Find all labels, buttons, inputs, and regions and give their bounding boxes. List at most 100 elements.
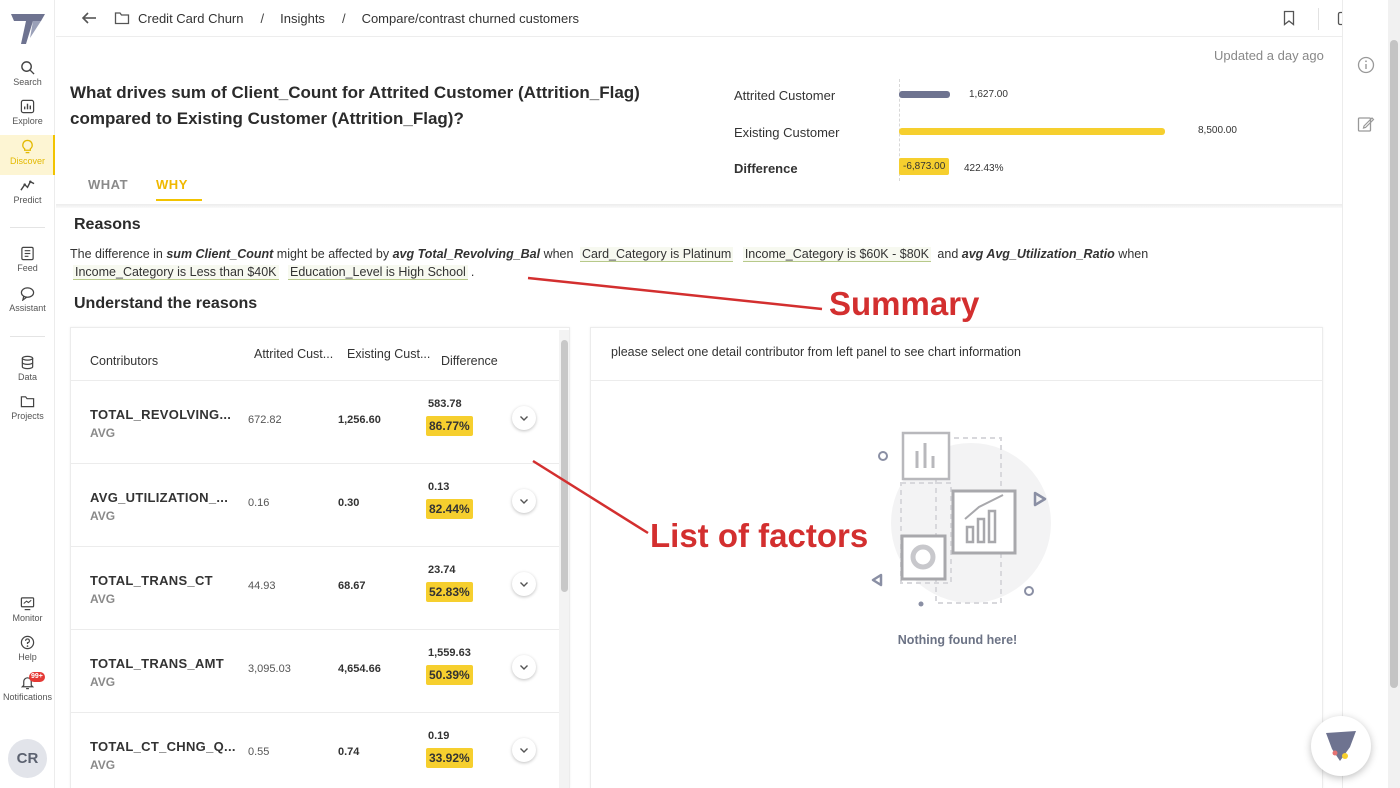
nav-explore[interactable]: Explore	[0, 99, 55, 137]
summary-text: and	[933, 247, 962, 261]
contributor-aggregation: AVG	[90, 675, 116, 689]
chevron-down-icon	[520, 582, 528, 587]
contributors-panel: Contributors Attrited Cust... Existing C…	[70, 327, 570, 788]
info-icon[interactable]	[1357, 56, 1375, 74]
nav-predict[interactable]: Predict	[0, 178, 55, 216]
breadcrumb-current: Compare/contrast churned customers	[361, 10, 580, 26]
column-header-difference[interactable]: Difference	[441, 354, 498, 368]
reasons-title: Reasons	[74, 216, 141, 233]
difference-value: 0.19	[428, 730, 450, 742]
contributor-name: TOTAL_CT_CHNG_Q...	[90, 739, 236, 754]
nav-feed[interactable]: Feed	[0, 246, 55, 284]
condition-chip[interactable]: Card_Category is Platinum	[579, 247, 734, 262]
tab-why[interactable]: WHY	[156, 177, 203, 201]
contributor-row[interactable]: TOTAL_CT_CHNG_Q... AVG 0.55 0.74 0.19 33…	[71, 712, 561, 788]
top-bar: Credit Card Churn / Insights / Compare/c…	[56, 0, 1353, 37]
assistant-fab[interactable]	[1311, 716, 1371, 776]
chat-icon	[20, 287, 35, 301]
contributor-name: TOTAL_TRANS_CT	[90, 573, 213, 588]
column-header-existing[interactable]: Existing Cust...	[347, 347, 430, 361]
folder-icon	[20, 396, 35, 408]
expand-row-button[interactable]	[512, 489, 536, 513]
insight-tabs: WHAT WHY	[88, 177, 230, 201]
attrited-value: 0.16	[248, 497, 270, 509]
difference-value: 583.78	[428, 398, 462, 410]
attrited-value: 0.55	[248, 746, 270, 758]
summary-annotation-line	[527, 276, 823, 311]
nav-notifications[interactable]: 99+ Notifications	[0, 672, 55, 713]
summary-text: might be affected by	[273, 247, 393, 261]
reasons-summary: The difference in sum Client_Count might…	[70, 245, 1170, 281]
breadcrumb-project[interactable]: Credit Card Churn	[138, 11, 244, 26]
summary-text: when	[1114, 247, 1149, 261]
notification-badge: 99+	[29, 672, 45, 682]
chevron-down-icon	[520, 748, 528, 753]
user-avatar[interactable]: CR	[8, 739, 47, 778]
contributor-row[interactable]: AVG_UTILIZATION_... AVG 0.16 0.30 0.13 8…	[71, 463, 561, 546]
contributor-aggregation: AVG	[90, 426, 116, 440]
expand-row-button[interactable]	[512, 572, 536, 596]
nav-notifications-label: Notifications	[2, 692, 53, 702]
nav-search-label: Search	[13, 77, 42, 87]
difference-percent-badge: 50.39%	[426, 665, 473, 685]
difference-percent-badge: 33.92%	[426, 748, 473, 768]
empty-state-illustration-icon	[871, 431, 1051, 607]
condition-chip[interactable]: Income_Category is Less than $40K	[73, 265, 279, 280]
nav-data[interactable]: Data	[0, 355, 55, 393]
tab-what[interactable]: WHAT	[88, 177, 128, 201]
back-arrow-icon[interactable]	[80, 9, 98, 27]
contributors-scrollbar-thumb[interactable]	[561, 340, 568, 592]
chevron-down-icon	[520, 665, 528, 670]
contributor-aggregation: AVG	[90, 758, 116, 772]
comparison-value-existing: 8,500.00	[1198, 125, 1237, 136]
trend-icon	[20, 180, 35, 191]
difference-percent: 422.43%	[964, 163, 1004, 174]
existing-value: 0.74	[338, 746, 360, 758]
expand-row-button[interactable]	[512, 406, 536, 430]
breadcrumb-insights[interactable]: Insights	[280, 11, 325, 26]
edit-icon[interactable]	[1357, 115, 1375, 133]
difference-value: 0.13	[428, 481, 450, 493]
understand-reasons-title: Understand the reasons	[74, 295, 258, 312]
difference-value: 23.74	[428, 564, 456, 576]
column-header-attrited[interactable]: Attrited Cust...	[254, 347, 333, 361]
contributor-aggregation: AVG	[90, 509, 116, 523]
summary-text: when	[540, 247, 577, 261]
condition-chip[interactable]: Education_Level is High School	[288, 265, 468, 280]
page-scrollbar-thumb[interactable]	[1390, 40, 1398, 688]
summary-metric: sum Client_Count	[166, 247, 274, 261]
summary-factor: avg Total_Revolving_Bal	[392, 247, 541, 261]
chart-panel: please select one detail contributor fro…	[590, 327, 1323, 788]
attrited-value: 672.82	[248, 414, 282, 426]
nav-data-label: Data	[17, 372, 37, 382]
nav-monitor[interactable]: Monitor	[0, 596, 55, 634]
contributor-name: TOTAL_TRANS_AMT	[90, 656, 225, 671]
contributor-row[interactable]: TOTAL_TRANS_AMT AVG 3,095.03 4,654.66 1,…	[71, 629, 561, 712]
condition-chip[interactable]: Income_Category is $60K - $80K	[742, 247, 931, 262]
chart-icon	[20, 99, 35, 114]
topbar-divider	[1318, 8, 1319, 30]
expand-row-button[interactable]	[512, 738, 536, 762]
nav-projects[interactable]: Projects	[0, 394, 55, 432]
nav-discover[interactable]: Discover	[0, 135, 55, 175]
nav-assistant-label: Assistant	[9, 303, 46, 313]
contributor-name: AVG_UTILIZATION_...	[90, 490, 229, 505]
contributor-row[interactable]: TOTAL_TRANS_CT AVG 44.93 68.67 23.74 52.…	[71, 546, 561, 629]
nav-divider	[10, 336, 45, 337]
nav-search[interactable]: Search	[0, 60, 55, 98]
nav-explore-label: Explore	[12, 116, 43, 126]
nav-help-label: Help	[18, 652, 37, 662]
app-root: Search Explore Discover Predict Feed Ass…	[0, 0, 1400, 788]
nav-assistant[interactable]: Assistant	[0, 286, 55, 324]
difference-percent-badge: 52.83%	[426, 582, 473, 602]
assistant-logo-icon	[1326, 731, 1356, 761]
bookmark-icon[interactable]	[1281, 10, 1297, 26]
search-icon	[21, 61, 35, 75]
contributor-row[interactable]: TOTAL_REVOLVING... AVG 672.82 1,256.60 5…	[71, 380, 561, 463]
expand-row-button[interactable]	[512, 655, 536, 679]
nav-help[interactable]: Help	[0, 635, 55, 673]
nav-predict-label: Predict	[13, 195, 42, 205]
comparison-bar-attrited	[899, 91, 950, 98]
chevron-down-icon	[520, 499, 528, 504]
app-logo-icon[interactable]	[8, 8, 48, 48]
